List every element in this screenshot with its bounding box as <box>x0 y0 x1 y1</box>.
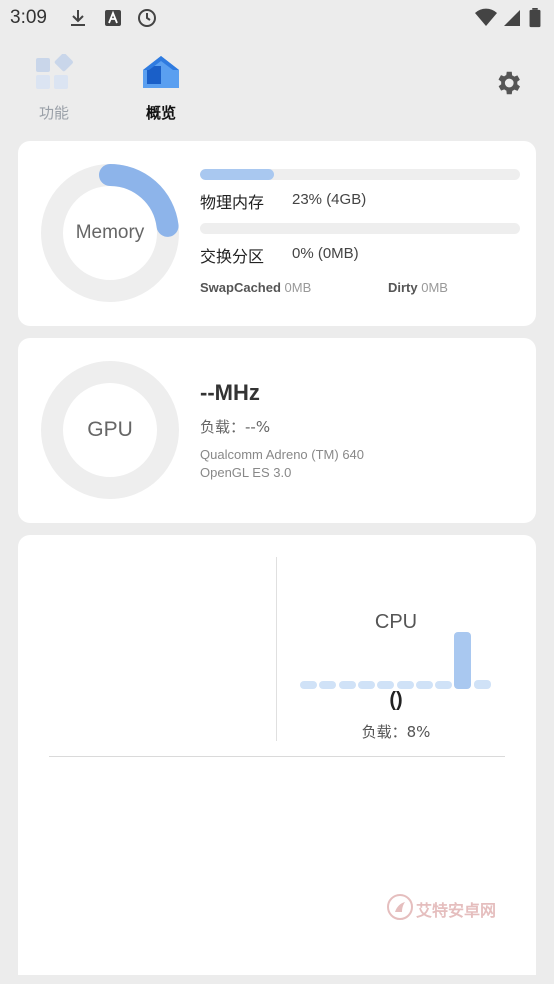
physical-memory-label: 物理内存 <box>200 193 265 212</box>
status-bar: 3:09 <box>0 0 554 38</box>
dirty-label: Dirty <box>388 280 418 295</box>
swap-value: 0% (0MB) <box>292 245 359 262</box>
cpu-frequency: () <box>389 689 403 711</box>
physical-memory-value: 23% (4GB) <box>292 191 367 208</box>
cpu-core-bar <box>319 681 337 689</box>
signal-icon <box>504 10 520 26</box>
memory-ring-label: Memory <box>75 222 145 243</box>
tab-functions-label: 功能 <box>38 104 69 122</box>
gpu-api: OpenGL ES 3.0 <box>200 465 292 480</box>
swap-cached-stat: SwapCached 0MB <box>200 280 311 295</box>
memory-card[interactable]: Memory 物理内存 23% (4GB) 交换分区 0% (0MB) Swap… <box>18 141 536 326</box>
gpu-ring: GPU <box>40 360 180 500</box>
clock-icon <box>138 9 156 27</box>
cpu-core-bar <box>473 680 491 689</box>
cpu-card[interactable]: CPU () 负载：8% 艾特安卓网 <box>18 535 536 975</box>
cpu-core-bar <box>357 681 375 689</box>
watermark-text: 艾特安卓网 <box>416 901 497 920</box>
dirty-value: 0MB <box>421 280 448 295</box>
gpu-ring-label: GPU <box>87 418 133 441</box>
physical-memory-bar-fill <box>200 169 274 180</box>
swap-label: 交换分区 <box>200 247 265 266</box>
cpu-vertical-divider <box>276 557 277 741</box>
cpu-core-bar <box>300 681 317 689</box>
cpu-core-bar <box>377 681 395 689</box>
grid-icon <box>36 53 73 89</box>
home-icon <box>143 56 179 88</box>
swap-cached-label: SwapCached <box>200 280 281 295</box>
wifi-icon <box>475 8 497 26</box>
cpu-horizontal-divider <box>49 756 505 757</box>
watermark-logo-icon <box>387 894 413 920</box>
status-time: 3:09 <box>10 7 47 28</box>
swap-cached-value: 0MB <box>284 280 312 295</box>
battery-icon <box>529 8 541 28</box>
gpu-renderer: Qualcomm Adreno (TM) 640 <box>200 447 365 462</box>
cpu-core-bar <box>454 632 472 689</box>
cpu-core-bar <box>415 681 433 689</box>
dirty-stat: Dirty 0MB <box>388 280 448 295</box>
cpu-core-bar <box>396 681 414 689</box>
gpu-load: 负载：--% <box>200 418 271 436</box>
tab-overview[interactable]: 概览 <box>131 54 191 124</box>
tab-overview-label: 概览 <box>145 104 176 122</box>
physical-memory-bar <box>200 169 520 180</box>
gpu-frequency: --MHz <box>200 380 260 405</box>
cpu-core-bar <box>435 681 453 689</box>
watermark: 艾特安卓网 <box>386 893 516 923</box>
memory-ring: Memory <box>40 163 180 303</box>
app-a-icon <box>105 10 121 26</box>
download-icon <box>71 10 85 26</box>
top-tab-bar: 功能 概览 <box>0 40 554 130</box>
swap-bar <box>200 223 520 234</box>
tab-functions[interactable]: 功能 <box>24 53 84 124</box>
gpu-card[interactable]: GPU --MHz 负载：--% Qualcomm Adreno (TM) 64… <box>18 338 536 523</box>
cpu-load: 负载：8% <box>361 723 431 741</box>
settings-gear-icon[interactable] <box>493 68 523 98</box>
cpu-core-bars <box>300 629 492 689</box>
cpu-core-bar <box>338 681 356 689</box>
